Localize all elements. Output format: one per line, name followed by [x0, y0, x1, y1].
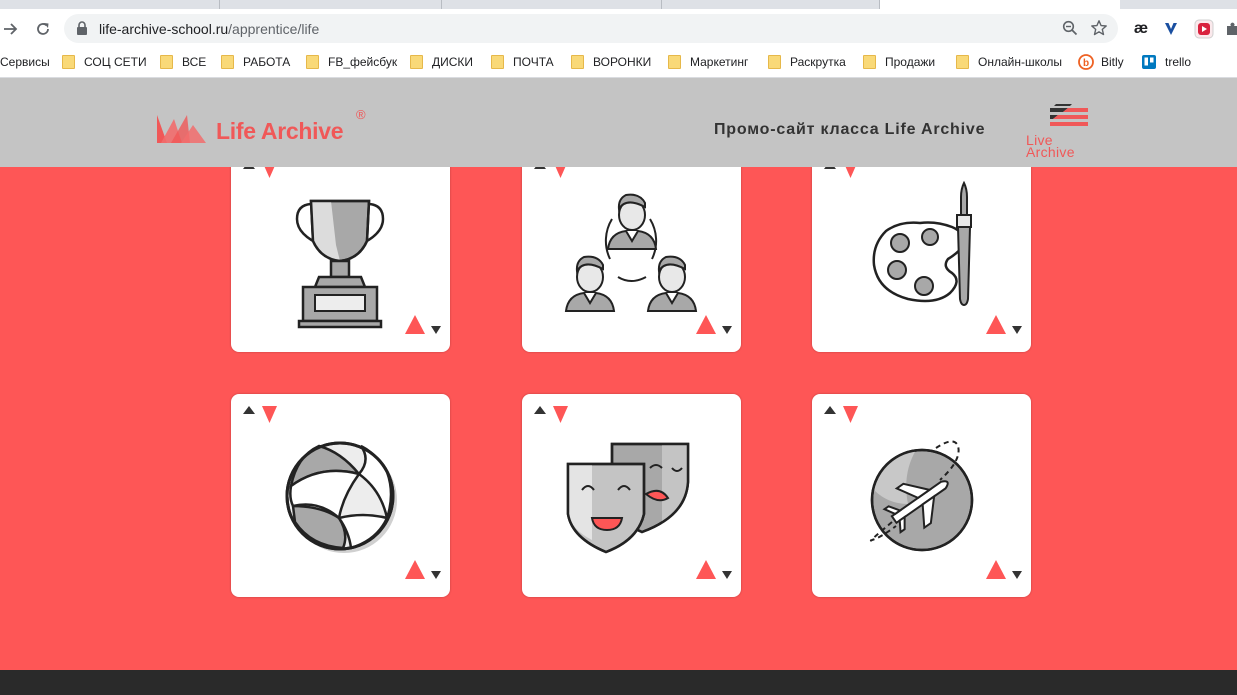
bookmark-star-icon[interactable]: [1090, 19, 1108, 42]
folder-icon: [956, 55, 969, 69]
card-theater-masks[interactable]: [522, 394, 741, 597]
cards-section: [0, 167, 1237, 670]
logo-mark-icon: [157, 113, 206, 143]
card-corner-triangles-icon: [696, 315, 732, 334]
folder-icon: [410, 55, 423, 69]
card-team-network[interactable]: [522, 167, 741, 352]
site-logo[interactable]: Life Archive ®: [157, 107, 366, 144]
svg-text:b: b: [1083, 58, 1089, 69]
bookmark-folder[interactable]: FB_фейсбук: [306, 53, 397, 71]
bookmark-label: Продажи: [885, 55, 936, 69]
folder-icon: [571, 55, 584, 69]
browser-tab[interactable]: [0, 0, 220, 9]
bookmark-label: trello: [1165, 55, 1192, 69]
bookmark-folder[interactable]: СОЦ СЕТИ: [62, 53, 147, 71]
address-bar[interactable]: life-archive-school.ru/apprentice/life: [64, 14, 1118, 43]
ae-extension-icon[interactable]: æ: [1131, 19, 1151, 39]
hamburger-menu-icon[interactable]: [1050, 104, 1088, 133]
zoom-icon[interactable]: [1062, 20, 1078, 41]
puzzle-extension-icon[interactable]: [1223, 19, 1237, 39]
folder-icon: [160, 55, 173, 69]
forward-icon[interactable]: [0, 18, 22, 40]
bookmark-folder[interactable]: Продажи: [863, 53, 935, 71]
bookmark-label: Сервисы: [0, 55, 50, 69]
browser-toolbar: life-archive-school.ru/apprentice/life æ: [0, 9, 1237, 47]
bookmark-folder[interactable]: ПОЧТА: [491, 53, 554, 71]
bookmark-folder[interactable]: Маркетинг: [668, 53, 748, 71]
folder-icon: [668, 55, 681, 69]
bookmark-label: ДИСКИ: [432, 55, 474, 69]
url-text[interactable]: life-archive-school.ru/apprentice/life: [99, 21, 319, 37]
bookmark-label: FB_фейсбук: [328, 55, 398, 69]
site-header: Life Archive ® Промо-сайт класса Life Ar…: [0, 78, 1237, 167]
trello-icon: [1142, 55, 1156, 69]
tab-strip: [0, 0, 1237, 9]
folder-icon: [491, 55, 504, 69]
reload-icon[interactable]: [32, 18, 54, 40]
folder-icon: [768, 55, 781, 69]
bookmark-folder[interactable]: ДИСКИ: [410, 53, 473, 71]
promo-title: Промо-сайт класса Life Archive: [714, 121, 986, 138]
folder-icon: [306, 55, 319, 69]
bookmark-trello[interactable]: trello: [1142, 53, 1191, 71]
logo-registered-mark: ®: [356, 107, 366, 122]
bookmark-folder[interactable]: ВОРОНКИ: [571, 53, 651, 71]
browser-tab[interactable]: [220, 0, 442, 9]
bookmark-folder[interactable]: Онлайн-школы: [956, 53, 1062, 71]
bitly-icon: b: [1078, 54, 1094, 70]
card-paint-palette[interactable]: [812, 167, 1031, 352]
browser-tab-active[interactable]: [880, 0, 1120, 9]
card-corner-triangles-icon: [405, 560, 441, 579]
bookmark-label: Онлайн-школы: [978, 55, 1063, 69]
site-footer: [0, 670, 1237, 695]
bookmark-label: ВОРОНКИ: [593, 55, 652, 69]
card-globe-airplane[interactable]: [812, 394, 1031, 597]
v-extension-icon[interactable]: [1161, 19, 1181, 39]
bookmarks-bar: Сервисы СОЦ СЕТИ ВСЕ РАБОТА FB_фейсбук Д…: [0, 47, 1237, 78]
logo-text: Life Archive: [216, 118, 344, 144]
bookmark-folder[interactable]: Раскрутка: [768, 53, 846, 71]
folder-icon: [863, 55, 876, 69]
bookmark-label: ВСЕ: [182, 55, 207, 69]
card-volleyball[interactable]: [231, 394, 450, 597]
card-trophy[interactable]: [231, 167, 450, 352]
bookmark-label: Маркетинг: [690, 55, 749, 69]
folder-icon: [62, 55, 75, 69]
browser-tab[interactable]: [662, 0, 880, 9]
live-archive-line2: Archive: [1026, 144, 1075, 160]
card-corner-triangles-icon: [696, 560, 732, 579]
bookmark-folder[interactable]: ВСЕ: [160, 53, 206, 71]
bookmark-label: РАБОТА: [243, 55, 291, 69]
bookmark-label: СОЦ СЕТИ: [84, 55, 147, 69]
bookmark-services[interactable]: Сервисы: [0, 53, 50, 71]
card-corner-triangles-icon: [986, 560, 1022, 579]
card-corner-triangles-icon: [405, 315, 441, 334]
url-path: /apprentice/life: [228, 21, 320, 37]
folder-icon: [221, 55, 234, 69]
lock-icon[interactable]: [76, 21, 88, 40]
video-extension-icon[interactable]: [1194, 19, 1214, 39]
bookmark-label: Bitly: [1101, 55, 1124, 69]
card-corner-triangles-icon: [986, 315, 1022, 334]
bookmark-label: Раскрутка: [790, 55, 846, 69]
browser-tab[interactable]: [442, 0, 662, 9]
bookmark-bitly[interactable]: b Bitly: [1078, 53, 1124, 71]
bookmark-label: ПОЧТА: [513, 55, 554, 69]
url-host: life-archive-school.ru: [99, 21, 229, 37]
live-archive-link[interactable]: Live Archive: [1026, 133, 1075, 160]
bookmark-folder[interactable]: РАБОТА: [221, 53, 290, 71]
